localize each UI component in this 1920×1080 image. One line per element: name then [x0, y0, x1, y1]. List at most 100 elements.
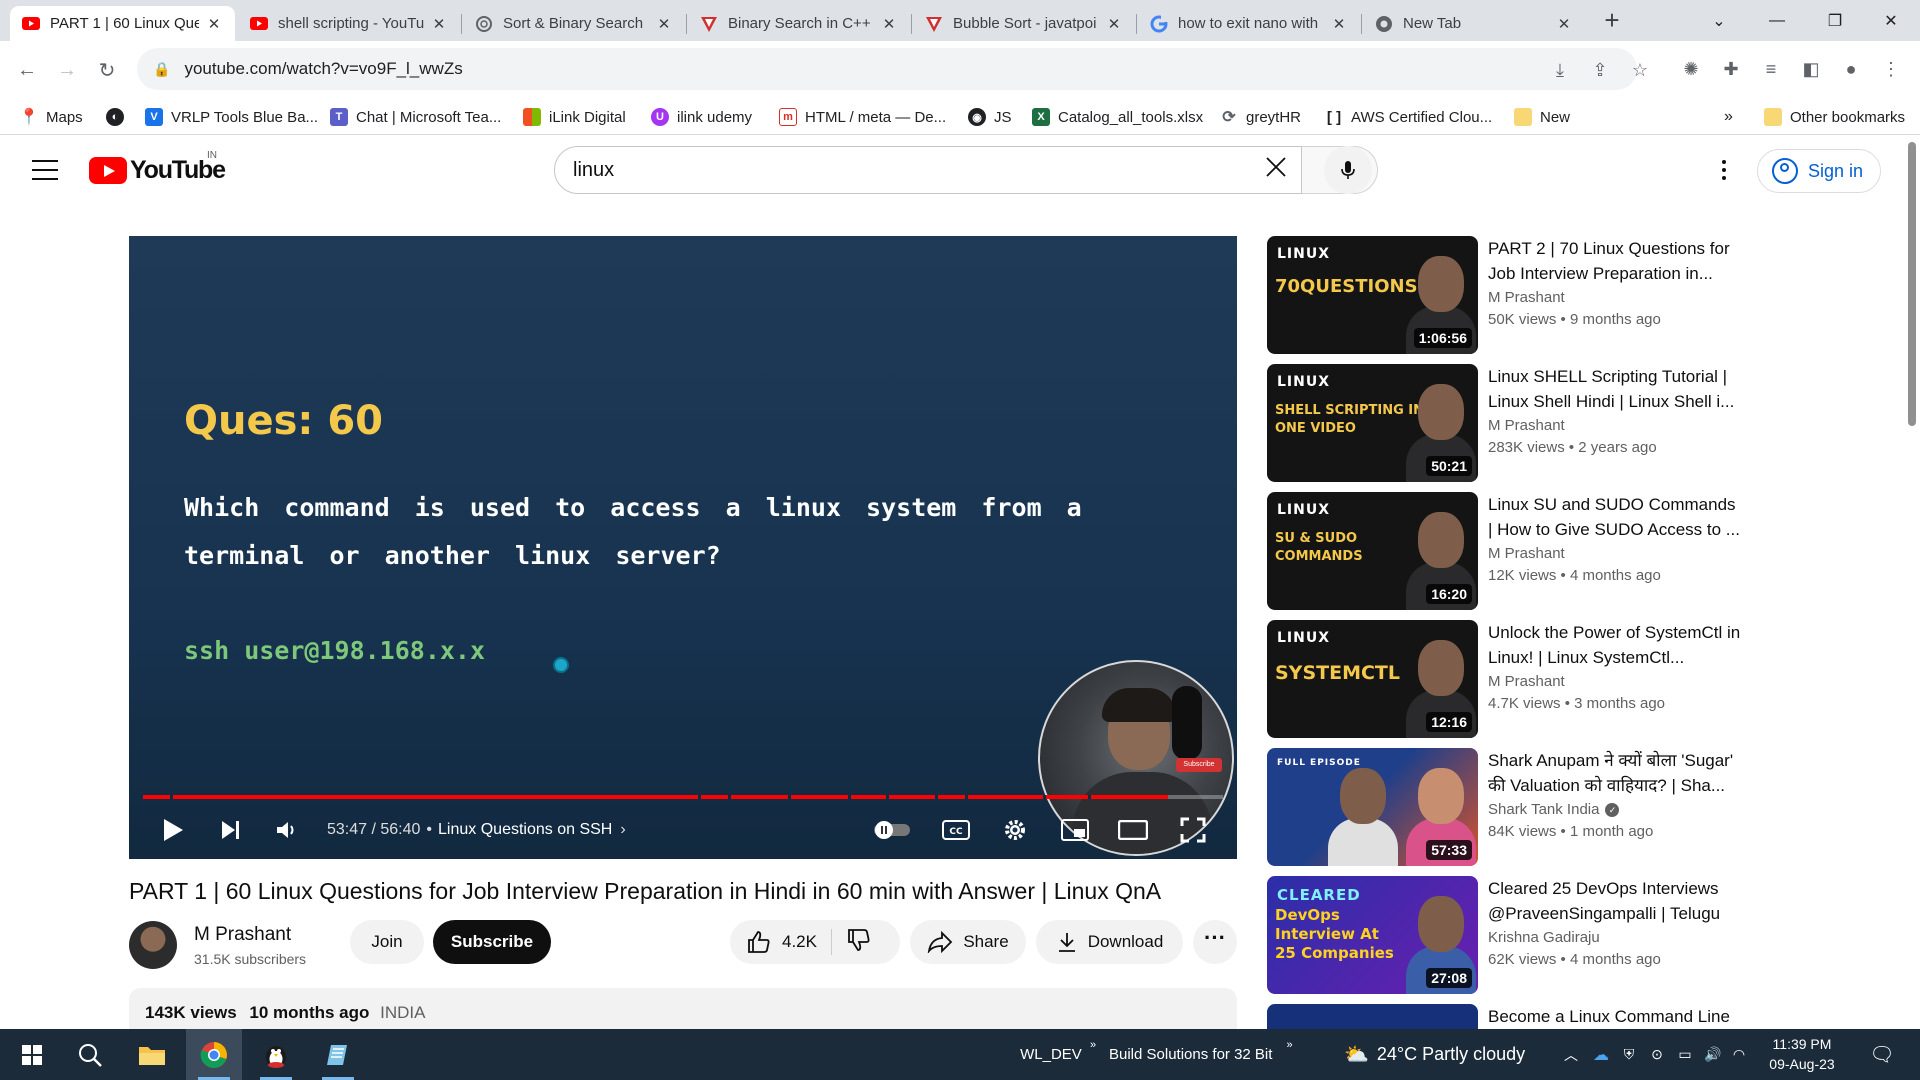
bookmark-teams[interactable]: T Chat | Microsoft Tea...: [330, 99, 501, 135]
reload-icon[interactable]: ↻: [92, 55, 122, 85]
tab-sort-binary-search[interactable]: Sort & Binary Search ✕: [463, 6, 685, 41]
bookmark-js[interactable]: ◉ JS: [968, 99, 1012, 135]
taskbar-toolbar-wl-dev[interactable]: » WL_DEV: [1000, 1029, 1096, 1080]
share-button[interactable]: Share: [910, 920, 1026, 964]
restore-icon[interactable]: ❐: [1806, 0, 1864, 41]
scrollbar-thumb[interactable]: [1908, 142, 1916, 426]
notepad-app-button[interactable]: [310, 1029, 366, 1080]
related-video-title[interactable]: Become a Linux Command Line: [1488, 1004, 1744, 1029]
related-video-title[interactable]: Cleared 25 DevOps Interviews @PraveenSin…: [1488, 876, 1744, 926]
url-text[interactable]: youtube.com/watch?v=vo9F_l_wwZs: [184, 59, 462, 79]
next-button[interactable]: [209, 804, 253, 856]
extensions-puzzle-icon[interactable]: ✚: [1718, 56, 1744, 82]
extension-bug-icon[interactable]: ✺: [1678, 56, 1704, 82]
bookmark-folder-new[interactable]: New: [1514, 99, 1570, 135]
minimize-icon[interactable]: —: [1748, 0, 1806, 41]
show-hidden-icons-chevron-icon[interactable]: ︿: [1560, 1029, 1582, 1080]
bookmark-star-icon[interactable]: ☆: [1629, 59, 1651, 81]
voice-search-button[interactable]: [1324, 146, 1372, 194]
close-tab-icon[interactable]: ✕: [1330, 15, 1348, 33]
related-video-title[interactable]: Shark Anupam ने क्यों बोला 'Sugar' की Va…: [1488, 748, 1744, 798]
bookmark-html-meta[interactable]: m HTML / meta — De...: [779, 99, 946, 135]
close-tab-icon[interactable]: ✕: [205, 15, 223, 33]
page-scrollbar[interactable]: [1904, 136, 1920, 1029]
settings-kebab-icon[interactable]: [1712, 158, 1736, 182]
channel-name[interactable]: M Prashant: [194, 924, 291, 946]
close-tab-icon[interactable]: ✕: [655, 15, 673, 33]
meet-now-icon[interactable]: ⊙: [1644, 1029, 1670, 1080]
bookmark-greythr[interactable]: ⟳ greytHR: [1220, 99, 1301, 135]
autoplay-toggle[interactable]: [867, 804, 917, 856]
join-button[interactable]: Join: [350, 920, 424, 964]
video-thumbnail[interactable]: LINUX SU & SUDO COMMANDS 16:20: [1267, 492, 1478, 610]
related-video[interactable]: LINUX SHELL SCRIPTING IN ONE VIDEO 50:21…: [1267, 364, 1747, 482]
video-thumbnail[interactable]: LINUX SYSTEMCTL 12:16: [1267, 620, 1478, 738]
dislike-button[interactable]: [846, 927, 872, 958]
onedrive-cloud-icon[interactable]: ☁: [1588, 1029, 1614, 1080]
related-video[interactable]: LINUX SU & SUDO COMMANDS 16:20 Linux SU …: [1267, 492, 1747, 610]
video-player[interactable]: Ques: 60 Which command is used to access…: [129, 236, 1237, 859]
wifi-icon[interactable]: ◠: [1726, 1029, 1752, 1080]
more-actions-icon[interactable]: ···: [1193, 920, 1237, 964]
search-box[interactable]: linux: [554, 146, 1302, 194]
settings-button[interactable]: [991, 804, 1039, 856]
bookmark-ilink-digital[interactable]: iLink Digital: [523, 99, 626, 135]
related-video-channel[interactable]: M Prashant: [1488, 545, 1565, 562]
video-thumbnail[interactable]: LINUX 70QUESTIONS 1:06:56: [1267, 236, 1478, 354]
guide-menu-icon[interactable]: [32, 160, 58, 180]
bookmark-ilink-udemy[interactable]: Uilink udemy: [651, 99, 752, 135]
file-explorer-button[interactable]: [124, 1029, 180, 1080]
browser-menu-icon[interactable]: ⋮: [1878, 56, 1904, 82]
new-tab-button[interactable]: +: [1598, 7, 1626, 35]
tab-binary-search-cpp[interactable]: Binary Search in C++ ✕: [688, 6, 910, 41]
related-video-title[interactable]: Linux SU and SUDO Commands | How to Give…: [1488, 492, 1744, 542]
like-button[interactable]: [746, 929, 772, 955]
speaker-icon[interactable]: 🔊: [1700, 1029, 1726, 1080]
side-panel-icon[interactable]: ◧: [1798, 56, 1824, 82]
tab-search-icon[interactable]: ⌄: [1690, 0, 1748, 41]
theater-mode-button[interactable]: [1109, 804, 1157, 856]
install-app-icon[interactable]: ⤓: [1549, 59, 1571, 81]
youtube-logo[interactable]: YouTube IN: [89, 150, 226, 185]
share-page-icon[interactable]: ⇪: [1589, 59, 1611, 81]
related-video[interactable]: FULL EPISODE 57:33 Shark Anupam ने क्यों…: [1267, 748, 1747, 866]
related-video[interactable]: LINUX SYSTEMCTL 12:16 Unlock the Power o…: [1267, 620, 1747, 738]
security-icon[interactable]: ⛨: [1616, 1029, 1642, 1080]
video-thumbnail[interactable]: FULL EPISODE 57:33: [1267, 748, 1478, 866]
close-window-icon[interactable]: ✕: [1862, 0, 1920, 41]
tab-exit-nano[interactable]: how to exit nano with ✕: [1138, 6, 1360, 41]
close-tab-icon[interactable]: ✕: [880, 15, 898, 33]
close-tab-icon[interactable]: ✕: [430, 15, 448, 33]
related-video-title[interactable]: PART 2 | 70 Linux Questions for Job Inte…: [1488, 236, 1744, 286]
video-thumbnail[interactable]: CLEARED DevOps Interview At 25 Companies…: [1267, 876, 1478, 994]
address-bar[interactable]: 🔒 youtube.com/watch?v=vo9F_l_wwZs ⤓ ⇪ ☆: [137, 48, 1648, 90]
media-queue-icon[interactable]: ≡: [1758, 56, 1784, 82]
related-video[interactable]: Become a Linux Command Line: [1267, 1004, 1747, 1029]
miniplayer-button[interactable]: [1051, 804, 1099, 856]
channel-avatar[interactable]: [129, 921, 177, 969]
related-video-channel[interactable]: M Prashant: [1488, 289, 1565, 306]
start-button[interactable]: [4, 1029, 60, 1080]
related-video-channel[interactable]: M Prashant: [1488, 673, 1565, 690]
related-video-channel[interactable]: Krishna Gadiraju: [1488, 929, 1600, 946]
battery-icon[interactable]: ▭: [1672, 1029, 1698, 1080]
mute-button[interactable]: [265, 804, 309, 856]
clear-search-icon[interactable]: [1251, 153, 1301, 187]
close-tab-icon[interactable]: ✕: [1555, 15, 1573, 33]
bookmark-maps[interactable]: 📍 Maps: [19, 99, 83, 135]
video-thumbnail[interactable]: LINUX SHELL SCRIPTING IN ONE VIDEO 50:21: [1267, 364, 1478, 482]
related-video-title[interactable]: Unlock the Power of SystemCtl in Linux! …: [1488, 620, 1744, 670]
back-icon[interactable]: ←: [12, 55, 42, 85]
toolbar-chevron-icon[interactable]: »: [1286, 1039, 1292, 1051]
forward-icon[interactable]: →: [52, 55, 82, 85]
toolbar-chevron-icon[interactable]: »: [1090, 1039, 1096, 1051]
location-tag[interactable]: INDIA: [380, 1003, 425, 1022]
tab-youtube-part1[interactable]: PART 1 | 60 Linux Que ✕: [10, 6, 235, 41]
like-count[interactable]: 4.2K: [782, 932, 817, 952]
related-video[interactable]: LINUX 70QUESTIONS 1:06:56 PART 2 | 70 Li…: [1267, 236, 1747, 354]
bookmark-catalog-xlsx[interactable]: X Catalog_all_tools.xlsx: [1032, 99, 1203, 135]
download-button[interactable]: Download: [1036, 920, 1183, 964]
search-input[interactable]: linux: [573, 159, 1251, 182]
sign-in-button[interactable]: Sign in: [1757, 149, 1881, 193]
progress-bar[interactable]: [143, 795, 1223, 799]
